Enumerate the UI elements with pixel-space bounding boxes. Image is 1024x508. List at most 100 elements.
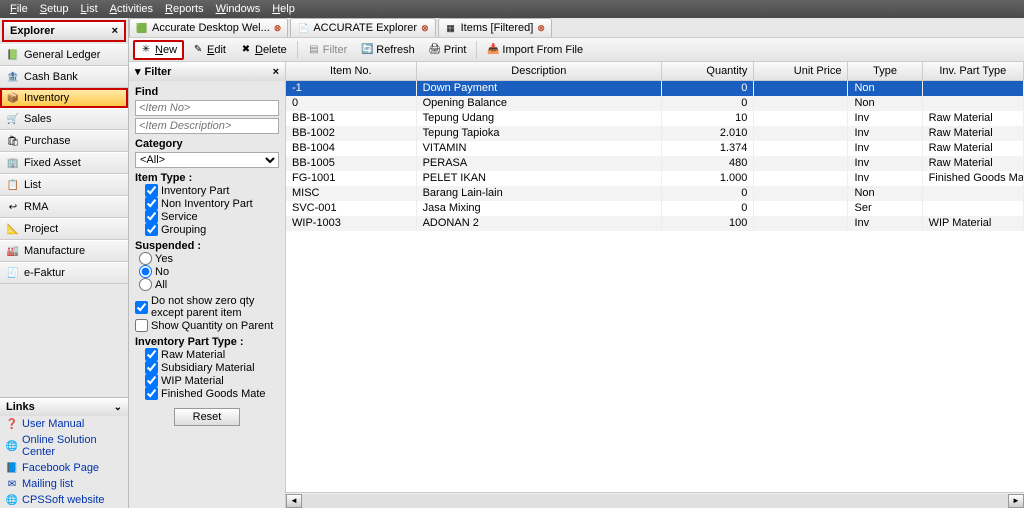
menu-list[interactable]: List	[75, 3, 104, 15]
close-icon[interactable]: ⊗	[421, 23, 429, 34]
edit-button[interactable]: ✎Edit	[186, 41, 232, 59]
item-desc-input[interactable]	[135, 118, 279, 134]
sidebar-item-e-faktur[interactable]: 🧾e-Faktur	[0, 262, 128, 284]
sidebar-item-manufacture[interactable]: 🏭Manufacture	[0, 240, 128, 262]
menu-windows[interactable]: Windows	[210, 3, 267, 15]
item-type-checkbox[interactable]	[145, 184, 158, 197]
item-type-checkbox[interactable]	[145, 223, 158, 236]
item-type-checkbox[interactable]	[145, 210, 158, 223]
table-row[interactable]: SVC-001Jasa Mixing0Ser	[286, 201, 1024, 216]
manufacture-icon: 🏭	[6, 245, 20, 257]
table-row[interactable]: FG-1001PELET IKAN1.000InvFinished Goods …	[286, 171, 1024, 186]
sidebar-item-label: Cash Bank	[24, 71, 78, 83]
tab-welcome[interactable]: 🟩Accurate Desktop Wel...⊗	[129, 18, 288, 37]
cell: Ser	[848, 201, 922, 216]
table-row[interactable]: BB-1004VITAMIN1.374InvRaw Material	[286, 141, 1024, 156]
tab-explorer[interactable]: 📄ACCURATE Explorer⊗	[290, 18, 435, 37]
table-row[interactable]: BB-1005PERASA480InvRaw Material	[286, 156, 1024, 171]
horizontal-scrollbar[interactable]: ◄ ►	[286, 492, 1024, 508]
table-row[interactable]: -1Down Payment0Non	[286, 81, 1024, 96]
sidebar-item-project[interactable]: 📐Project	[0, 218, 128, 240]
sidebar-item-list[interactable]: 📋List	[0, 174, 128, 196]
cell: 100	[662, 216, 754, 231]
zero-qty-checkbox[interactable]	[135, 301, 148, 314]
cash-bank-icon: 🏦	[6, 71, 20, 83]
sidebar-item-label: Inventory	[24, 92, 69, 104]
column-header[interactable]: Inv. Part Type	[923, 62, 1024, 80]
cell	[754, 216, 848, 231]
refresh-button[interactable]: 🔄Refresh	[355, 41, 421, 59]
new-button[interactable]: ✳New	[133, 40, 184, 60]
table-row[interactable]: MISCBarang Lain-lain0Non	[286, 186, 1024, 201]
suspended-radio[interactable]	[139, 265, 152, 278]
scroll-left-button[interactable]: ◄	[286, 494, 302, 508]
item-no-input[interactable]	[135, 100, 279, 116]
link-user-manual[interactable]: ❓User Manual	[0, 416, 128, 432]
column-header[interactable]: Type	[848, 62, 922, 80]
category-select[interactable]: <All>	[135, 152, 279, 168]
menu-help[interactable]: Help	[266, 3, 301, 15]
column-header[interactable]: Quantity	[662, 62, 754, 80]
online-solution-icon: 🌐	[6, 440, 18, 452]
tab-items[interactable]: ▦Items [Filtered]⊗	[438, 18, 552, 37]
close-icon[interactable]: ×	[112, 25, 118, 37]
sidebar-item-label: Sales	[24, 113, 52, 125]
table-row[interactable]: WIP-1003ADONAN 2100InvWIP Material	[286, 216, 1024, 231]
delete-button[interactable]: ✖Delete	[234, 41, 293, 59]
sidebar-item-fixed-asset[interactable]: 🏢Fixed Asset	[0, 152, 128, 174]
sidebar-item-sales[interactable]: 🛒Sales	[0, 108, 128, 130]
cell: Raw Material	[923, 141, 1024, 156]
links-header[interactable]: Links ⌄	[0, 397, 128, 416]
inv-part-type-label: Inventory Part Type :	[135, 336, 279, 348]
link-facebook[interactable]: 📘Facebook Page	[0, 460, 128, 476]
explorer-header[interactable]: Explorer ×	[4, 22, 124, 40]
reset-button[interactable]: Reset	[174, 408, 241, 426]
close-icon[interactable]: ×	[273, 66, 279, 78]
close-icon[interactable]: ⊗	[537, 23, 545, 34]
link-cpssoft[interactable]: 🌐CPSSoft website	[0, 492, 128, 508]
category-label: Category	[135, 138, 279, 150]
sidebar-item-general-ledger[interactable]: 📗General Ledger	[0, 44, 128, 66]
sidebar-item-cash-bank[interactable]: 🏦 Cash Bank	[0, 66, 128, 88]
rma-icon: ↩	[6, 201, 20, 213]
table-row[interactable]: BB-1001Tepung Udang10InvRaw Material	[286, 111, 1024, 126]
inv-part-type-checkbox[interactable]	[145, 348, 158, 361]
cell	[754, 111, 848, 126]
column-header[interactable]: Item No.	[286, 62, 417, 80]
import-button[interactable]: 📥Import From File	[481, 41, 589, 59]
left-sidebar: Explorer × 📗General Ledger 🏦 Cash Bank 📦Inv…	[0, 18, 129, 508]
menu-setup[interactable]: Setup	[34, 3, 75, 15]
filter-button[interactable]: ▤Filter	[302, 41, 353, 59]
inv-part-type-checkbox[interactable]	[145, 361, 158, 374]
grid-header: Item No.DescriptionQuantityUnit PriceTyp…	[286, 62, 1024, 81]
show-qty-checkbox[interactable]	[135, 319, 148, 332]
menu-reports[interactable]: Reports	[159, 3, 210, 15]
sidebar-item-inventory[interactable]: 📦Inventory	[0, 88, 128, 108]
sidebar-item-rma[interactable]: ↩RMA	[0, 196, 128, 218]
cell: MISC	[286, 186, 417, 201]
scroll-right-button[interactable]: ►	[1008, 494, 1024, 508]
tab-icon: 📄	[297, 22, 309, 34]
link-online-solution[interactable]: 🌐Online Solution Center	[0, 432, 128, 460]
sidebar-item-purchase[interactable]: 🛍Purchase	[0, 130, 128, 152]
scroll-track[interactable]	[302, 494, 1008, 508]
menu-file[interactable]: File	[4, 3, 34, 15]
link-mailing-list[interactable]: ✉Mailing list	[0, 476, 128, 492]
chevron-down-icon[interactable]: ⌄	[114, 402, 122, 413]
table-row[interactable]: 0Opening Balance0Non	[286, 96, 1024, 111]
inv-part-type-checkbox[interactable]	[145, 374, 158, 387]
column-header[interactable]: Unit Price	[754, 62, 848, 80]
cell: 0	[662, 96, 754, 111]
item-type-option: Non Inventory Part	[161, 198, 253, 210]
table-row[interactable]: BB-1002Tepung Tapioka2.010InvRaw Materia…	[286, 126, 1024, 141]
items-grid: Item No.DescriptionQuantityUnit PriceTyp…	[286, 62, 1024, 508]
suspended-radio[interactable]	[139, 252, 152, 265]
menu-activities[interactable]: Activities	[104, 3, 159, 15]
inv-part-type-checkbox[interactable]	[145, 387, 158, 400]
close-icon[interactable]: ⊗	[274, 23, 282, 34]
cell: Jasa Mixing	[417, 201, 662, 216]
item-type-checkbox[interactable]	[145, 197, 158, 210]
column-header[interactable]: Description	[417, 62, 662, 80]
print-button[interactable]: 🖨Print	[423, 41, 473, 59]
suspended-radio[interactable]	[139, 278, 152, 291]
